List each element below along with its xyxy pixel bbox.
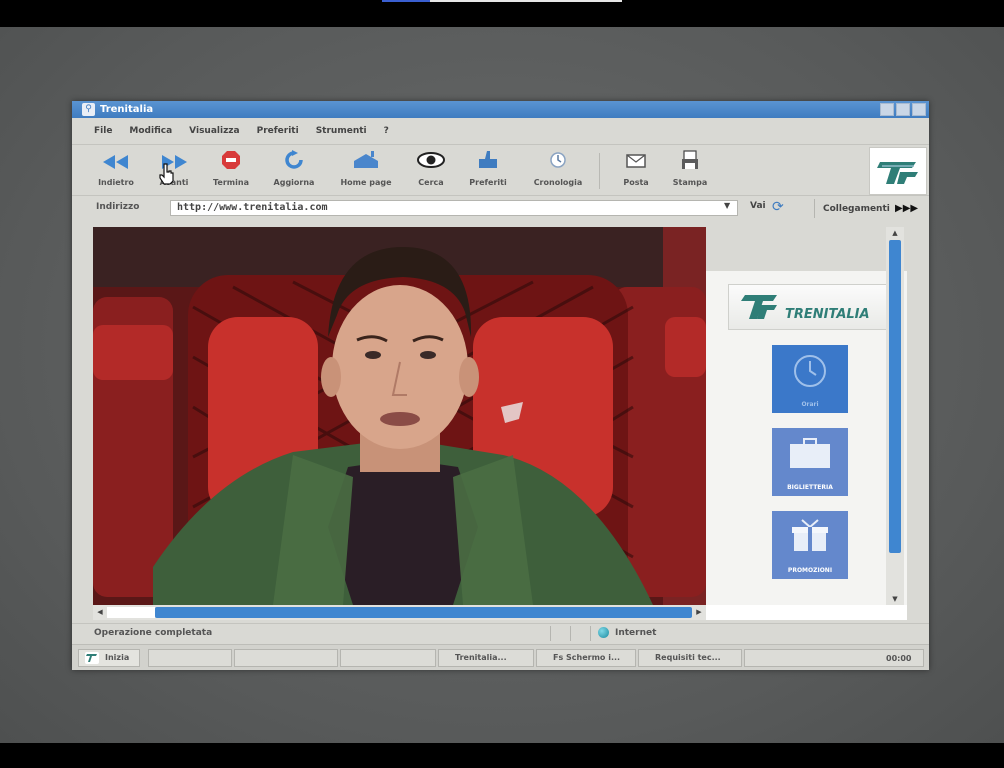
scroll-left-icon[interactable]: ◀ <box>93 605 107 620</box>
taskbar-empty-slot <box>148 649 232 667</box>
menu-bar: File Modifica Visualizza Preferiti Strum… <box>72 118 929 144</box>
tile-promozioni[interactable]: PROMOZIONI <box>772 511 848 579</box>
tile-promozioni-label: PROMOZIONI <box>787 567 833 574</box>
vertical-scroll-thumb[interactable] <box>889 240 901 553</box>
favorites-hand-icon <box>456 150 520 174</box>
toolbar-separator <box>599 153 600 189</box>
horizontal-scrollbar[interactable]: ◀ ▶ <box>93 605 706 620</box>
start-label: Inizia <box>105 653 130 662</box>
horizontal-scroll-track[interactable] <box>107 607 155 618</box>
globe-icon <box>598 627 609 638</box>
address-input[interactable]: http://www.trenitalia.com <box>170 200 738 216</box>
history-button[interactable]: Cronologia <box>526 150 590 192</box>
back-button[interactable]: Indietro <box>84 150 148 192</box>
trenitalia-mark-icon <box>741 295 777 319</box>
sidebar-header <box>706 227 907 271</box>
status-divider <box>590 626 591 641</box>
tile-biglietteria[interactable]: BIGLIETTERIA <box>772 428 848 496</box>
sidebar-panel: TRENITALIA Orari BIGLIETTERIA PROMOZIONI <box>706 227 907 605</box>
screen-bottom-border <box>0 743 1004 768</box>
home-icon <box>334 150 398 174</box>
go-arrow-icon[interactable]: ⟳ <box>772 199 784 215</box>
status-divider <box>550 626 551 641</box>
tile-orari[interactable]: Orari <box>772 345 848 413</box>
title-bar[interactable]: ⚲ Trenitalia <box>72 101 929 118</box>
taskbar-empty-slot <box>234 649 338 667</box>
app-icon: ⚲ <box>82 103 95 116</box>
hand-cursor-icon <box>159 163 174 185</box>
status-text: Operazione completata <box>94 628 213 638</box>
minimize-button[interactable] <box>880 103 894 116</box>
print-button[interactable]: Stampa <box>658 150 722 192</box>
video-frame <box>93 227 706 605</box>
video-player[interactable] <box>93 227 706 605</box>
links-label: Collegamenti <box>823 204 890 214</box>
toolbar: Indietro Avanti Termina Aggiorna Home pa… <box>72 144 929 196</box>
menu-preferiti[interactable]: Preferiti <box>257 126 299 136</box>
double-left-arrow-icon <box>84 150 148 174</box>
vertical-scrollbar[interactable]: ▲ ▼ <box>886 227 904 605</box>
window-controls <box>880 103 926 116</box>
gift-icon <box>792 519 828 551</box>
close-button[interactable] <box>912 103 926 116</box>
address-label: Indirizzo <box>96 202 140 212</box>
start-logo-icon <box>85 652 99 664</box>
printer-icon <box>658 150 722 174</box>
sidebar-logo[interactable]: TRENITALIA <box>728 284 896 330</box>
tile-biglietteria-label: BIGLIETTERIA <box>787 484 833 491</box>
taskbar-item-fs-schermo[interactable]: Fs Schermo i... <box>536 649 636 667</box>
eye-icon <box>399 150 463 174</box>
maximize-button[interactable] <box>896 103 910 116</box>
security-zone: Internet <box>598 627 656 638</box>
sidebar-logo-text: TRENITALIA <box>785 307 870 322</box>
stop-button[interactable]: Termina <box>199 150 263 192</box>
taskbar-item-requisiti[interactable]: Requisiti tec... <box>638 649 742 667</box>
home-button[interactable]: Home page <box>334 150 398 192</box>
search-button[interactable]: Cerca <box>399 150 463 192</box>
links-button[interactable]: Collegamenti ▶▶▶ <box>814 199 925 218</box>
clock-icon <box>526 150 590 174</box>
refresh-button[interactable]: Aggiorna <box>262 150 326 192</box>
horizontal-scroll-thumb[interactable] <box>155 607 692 618</box>
scroll-down-icon[interactable]: ▼ <box>886 593 904 605</box>
menu-modifica[interactable]: Modifica <box>129 126 172 136</box>
menu-help[interactable]: ? <box>384 126 389 136</box>
links-chevron-icon: ▶▶▶ <box>895 203 919 214</box>
taskbar-item-trenitalia[interactable]: Trenitalia... <box>438 649 534 667</box>
scroll-right-icon[interactable]: ▶ <box>692 605 706 620</box>
menu-visualizza[interactable]: Visualizza <box>189 126 239 136</box>
taskbar: Inizia Trenitalia... Fs Schermo i... Req… <box>72 644 929 670</box>
menu-strumenti[interactable]: Strumenti <box>316 126 367 136</box>
menu-file[interactable]: File <box>94 126 112 136</box>
scroll-up-icon[interactable]: ▲ <box>886 227 904 239</box>
address-dropdown-icon[interactable]: ▼ <box>724 201 730 210</box>
status-divider <box>570 626 571 641</box>
browser-window: ⚲ Trenitalia File Modifica Visualizza Pr… <box>72 101 929 670</box>
top-indicator-bar <box>382 0 622 2</box>
favorites-button[interactable]: Preferiti <box>456 150 520 192</box>
page-content: TRENITALIA Orari BIGLIETTERIA PROMOZIONI <box>93 227 907 620</box>
taskbar-clock: 00:00 <box>886 654 912 663</box>
tile-orari-label: Orari <box>801 401 819 408</box>
zone-label: Internet <box>615 628 657 638</box>
clock-icon <box>794 355 826 387</box>
window-title: Trenitalia <box>100 104 154 115</box>
taskbar-empty-slot <box>340 649 436 667</box>
refresh-icon <box>262 150 326 174</box>
go-button[interactable]: Vai <box>750 201 766 211</box>
stop-icon <box>199 150 263 174</box>
trenitalia-logo <box>869 147 927 195</box>
status-bar: Operazione completata Internet <box>72 623 929 642</box>
screen-top-border <box>0 0 1004 27</box>
ticket-icon <box>790 438 830 468</box>
address-bar: Indirizzo http://www.trenitalia.com ▼ Va… <box>72 196 929 222</box>
start-button[interactable]: Inizia <box>78 649 140 667</box>
